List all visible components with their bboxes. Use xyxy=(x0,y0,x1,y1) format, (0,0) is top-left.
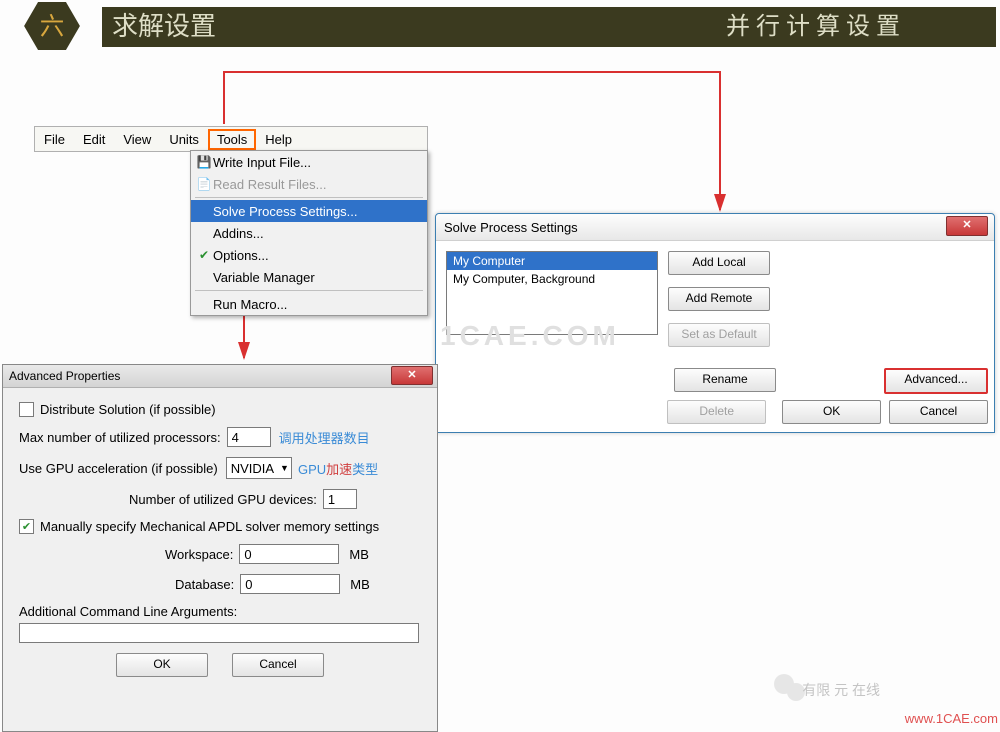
menu-edit[interactable]: Edit xyxy=(74,129,114,150)
page-title-right: 并行计算设置 xyxy=(636,7,996,47)
menubar: File Edit View Units Tools Help xyxy=(34,126,428,152)
add-remote-button[interactable]: Add Remote xyxy=(668,287,770,311)
gpu-hint: GPU加速类型 xyxy=(298,459,378,478)
menu-view[interactable]: View xyxy=(114,129,160,150)
distribute-checkbox[interactable] xyxy=(19,402,34,417)
close-button[interactable]: ✕ xyxy=(391,366,433,385)
svg-text:六: 六 xyxy=(40,12,65,40)
additional-args-label: Additional Command Line Arguments: xyxy=(19,604,421,619)
list-item[interactable]: My Computer xyxy=(447,252,657,270)
database-label: Database: xyxy=(175,577,234,592)
max-proc-hint: 调用处理器数目 xyxy=(279,428,370,447)
delete-button: Delete xyxy=(667,400,766,424)
read-icon: 📄 xyxy=(195,177,213,191)
dialog-titlebar: Solve Process Settings ✕ xyxy=(436,214,994,241)
menu-options[interactable]: ✔Options... xyxy=(191,244,427,266)
dialog-title: Advanced Properties xyxy=(9,369,120,383)
gpu-num-label: Number of utilized GPU devices: xyxy=(129,492,317,507)
distribute-label: Distribute Solution (if possible) xyxy=(40,402,216,417)
page-title-left: 求解设置 xyxy=(102,7,642,47)
add-local-button[interactable]: Add Local xyxy=(668,251,770,275)
menu-write-input-file[interactable]: 💾Write Input File... xyxy=(191,151,427,173)
max-processors-input[interactable] xyxy=(227,427,271,447)
max-proc-label: Max number of utilized processors: xyxy=(19,430,221,445)
close-button[interactable]: ✕ xyxy=(946,216,988,236)
rename-button[interactable]: Rename xyxy=(674,368,776,392)
menu-help[interactable]: Help xyxy=(256,129,301,150)
menu-separator xyxy=(195,290,423,291)
list-item[interactable]: My Computer, Background xyxy=(447,270,657,288)
advanced-properties-dialog: Advanced Properties ✕ Distribute Solutio… xyxy=(2,364,438,732)
cancel-button[interactable]: Cancel xyxy=(889,400,988,424)
menu-separator xyxy=(195,197,423,198)
workspace-label: Workspace: xyxy=(165,547,233,562)
chevron-down-icon: ▼ xyxy=(280,463,289,473)
mem-checkbox[interactable]: ✔ xyxy=(19,519,34,534)
menu-variable-manager[interactable]: Variable Manager xyxy=(191,266,427,288)
menu-addins[interactable]: Addins... xyxy=(191,222,427,244)
watermark-bg: 1CAE.COM xyxy=(440,320,620,352)
mem-label: Manually specify Mechanical APDL solver … xyxy=(40,519,379,534)
menu-tools[interactable]: Tools xyxy=(208,129,256,150)
ok-button[interactable]: OK xyxy=(782,400,881,424)
ok-button[interactable]: OK xyxy=(116,653,208,677)
watermark-url: www.1CAE.com xyxy=(905,711,998,726)
menu-solve-process-settings[interactable]: Solve Process Settings... xyxy=(191,200,427,222)
unit-label: MB xyxy=(350,577,370,592)
menu-file[interactable]: File xyxy=(35,129,74,150)
unit-label: MB xyxy=(349,547,369,562)
step-hexagon: 六 xyxy=(16,2,88,50)
watermark-brand: 有限 元 在线 xyxy=(802,680,880,700)
dialog-titlebar: Advanced Properties ✕ xyxy=(3,365,437,388)
additional-args-input[interactable] xyxy=(19,623,419,643)
menu-run-macro[interactable]: Run Macro... xyxy=(191,293,427,315)
tools-dropdown: 💾Write Input File... 📄Read Result Files.… xyxy=(190,150,428,316)
gpu-accel-label: Use GPU acceleration (if possible) xyxy=(19,461,218,476)
check-icon: ✔ xyxy=(195,248,213,262)
gpu-devices-input[interactable] xyxy=(323,489,357,509)
dialog-title: Solve Process Settings xyxy=(444,220,578,235)
gpu-select[interactable]: NVIDIA▼ xyxy=(226,457,292,479)
menu-read-result-files: 📄Read Result Files... xyxy=(191,173,427,195)
save-icon: 💾 xyxy=(195,155,213,169)
menu-units[interactable]: Units xyxy=(160,129,208,150)
cancel-button[interactable]: Cancel xyxy=(232,653,324,677)
set-default-button: Set as Default xyxy=(668,323,770,347)
workspace-input[interactable] xyxy=(239,544,339,564)
database-input[interactable] xyxy=(240,574,340,594)
advanced-button[interactable]: Advanced... xyxy=(884,368,988,394)
